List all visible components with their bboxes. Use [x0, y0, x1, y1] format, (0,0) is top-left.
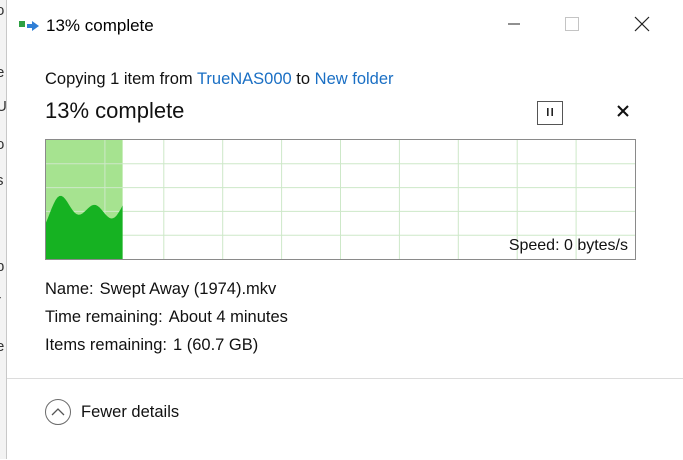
pause-icon [545, 104, 555, 122]
file-copy-dialog: 13% complete Copying 1 item from TrueNAS… [6, 0, 683, 460]
detail-name-value: Swept Away (1974).mkv [99, 280, 277, 298]
copy-middle-text: to [291, 70, 315, 88]
maximize-icon [565, 16, 579, 36]
detail-items-value: 1 (60.7 GB) [172, 336, 259, 354]
detail-items-label: Items remaining: [45, 336, 167, 354]
detail-time-value: About 4 minutes [168, 308, 288, 326]
detail-items-row: Items remaining: 1 (60.7 GB) [45, 336, 258, 355]
copy-description: Copying 1 item from TrueNAS000 to New fo… [45, 70, 394, 89]
background-fragment: o [0, 136, 5, 153]
detail-time-label: Time remaining: [45, 308, 163, 326]
maximize-button[interactable] [543, 4, 601, 48]
title-bar[interactable]: 13% complete [7, 0, 683, 54]
progress-status-text: 13% complete [45, 98, 185, 123]
minimize-icon [508, 17, 520, 35]
background-fragment: e [0, 64, 5, 81]
fewer-details-label: Fewer details [81, 402, 180, 421]
pause-button[interactable] [537, 101, 563, 125]
detail-time-row: Time remaining: About 4 minutes [45, 308, 288, 327]
cancel-icon [617, 104, 629, 122]
background-fragment: e [0, 338, 5, 355]
speed-readout: Speed: 0 bytes/s [508, 237, 628, 254]
chevron-up-icon [45, 399, 71, 425]
close-button[interactable] [613, 4, 671, 48]
detail-name-row: Name: Swept Away (1974).mkv [45, 280, 276, 299]
detail-name-label: Name: [45, 280, 94, 298]
close-icon [634, 16, 650, 37]
fewer-details-button[interactable]: Fewer details [45, 399, 179, 425]
window-title: 13% complete [46, 16, 154, 35]
copy-prefix-text: Copying 1 item from [45, 70, 197, 88]
transfer-speed-graph: Speed: 0 bytes/s [45, 139, 636, 260]
background-fragment: r [0, 292, 1, 309]
cancel-button[interactable] [613, 103, 633, 123]
dialog-footer: Fewer details [7, 378, 683, 460]
source-link[interactable]: TrueNAS000 [197, 70, 292, 88]
background-fragment: o [0, 2, 5, 19]
background-fragment: p [0, 258, 5, 275]
file-copy-icon [18, 18, 40, 34]
background-fragment: s [0, 172, 4, 189]
destination-link[interactable]: New folder [315, 70, 394, 88]
minimize-button[interactable] [485, 4, 543, 48]
